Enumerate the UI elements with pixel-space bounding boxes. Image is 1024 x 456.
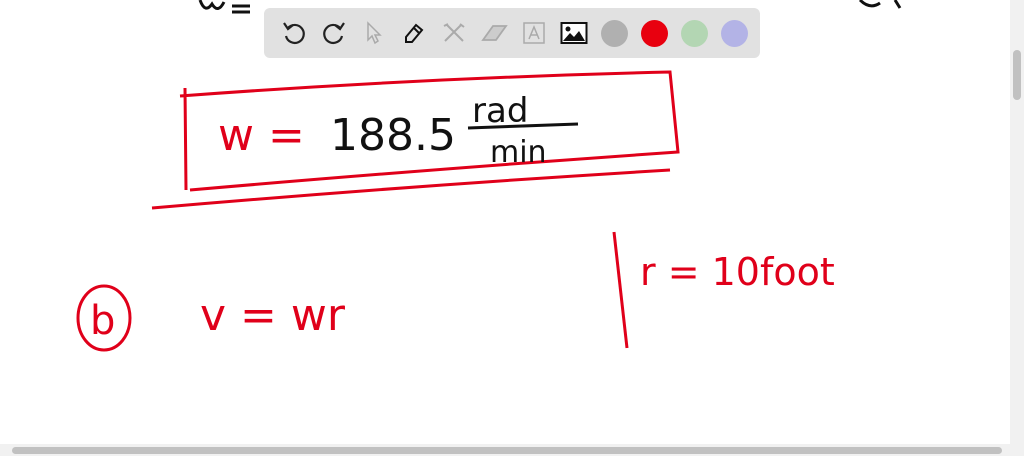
color-gray-swatch[interactable]	[600, 19, 628, 47]
horizontal-scroll-thumb[interactable]	[12, 447, 1002, 454]
pen-button[interactable]	[394, 13, 434, 53]
color-purple-swatch[interactable]	[720, 19, 748, 47]
cursor-arrow-icon	[367, 21, 382, 45]
drawing-toolbar	[264, 8, 760, 58]
vertical-scroll-thumb[interactable]	[1013, 50, 1021, 100]
omega-lhs: w =	[218, 110, 305, 161]
redo-button[interactable]	[314, 13, 354, 53]
select-button[interactable]	[354, 13, 394, 53]
omega-unit-denominator: min	[490, 135, 547, 170]
eraser-button[interactable]	[474, 13, 514, 53]
color-red-swatch[interactable]	[640, 19, 668, 47]
whiteboard-canvas[interactable]: w = 188.5 rad min b v = wr r = 10foot	[0, 0, 1010, 444]
tools-icon	[443, 23, 465, 42]
tools-button[interactable]	[434, 13, 474, 53]
omega-value: 188.5	[330, 110, 456, 161]
velocity-equation: v = wr	[200, 290, 346, 341]
part-label: b	[90, 298, 115, 344]
redo-icon	[323, 22, 345, 45]
horizontal-scrollbar[interactable]	[0, 444, 1024, 456]
radius-equation: r = 10foot	[640, 250, 835, 294]
image-button[interactable]	[554, 13, 594, 53]
undo-button[interactable]	[274, 13, 314, 53]
undo-icon	[283, 22, 305, 45]
text-button[interactable]	[514, 13, 554, 53]
divider-line	[612, 231, 629, 349]
color-green-swatch[interactable]	[680, 19, 708, 47]
vertical-scrollbar[interactable]	[1010, 0, 1024, 444]
eraser-icon	[481, 25, 508, 41]
pencil-icon	[405, 23, 424, 43]
text-box-icon	[523, 22, 545, 44]
image-icon	[560, 22, 588, 44]
